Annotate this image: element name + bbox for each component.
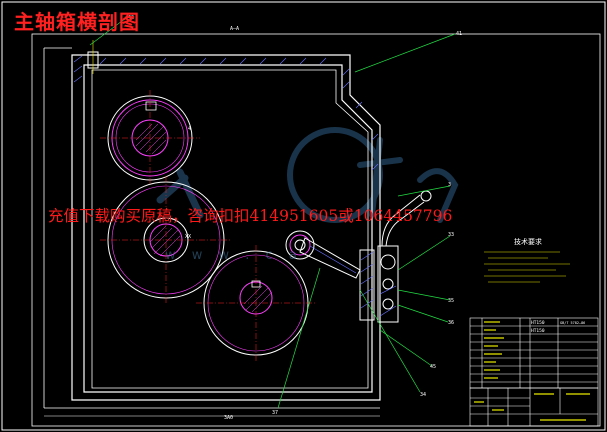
drawing-border	[31, 33, 601, 427]
shift-lever	[299, 237, 361, 279]
label-36: 36	[448, 320, 454, 326]
label-4: 4	[188, 126, 191, 132]
label-37: 37	[272, 410, 278, 416]
gearbox-housing	[43, 47, 381, 409]
center-lines	[100, 90, 316, 362]
label-35: 35	[448, 298, 454, 304]
tech-requirements: 技术要求	[484, 237, 570, 283]
label-xx: XX	[185, 234, 191, 240]
label-41: 41	[456, 31, 462, 37]
watermark-url: w w w . c a	[165, 248, 303, 263]
tech-req-lines	[484, 251, 570, 283]
drawing-title: 主轴箱横剖图	[14, 10, 140, 34]
bom-material-2: HT150	[531, 328, 545, 334]
label-34: 34	[420, 392, 426, 398]
bom-std: GB/T 5782—86	[560, 321, 585, 325]
label-3: 3	[448, 182, 451, 188]
tech-req-title: 技术要求	[514, 237, 542, 246]
view-label: A—A	[230, 26, 239, 32]
promo-banner: 充值下载购买原稿，咨询扣扣414951605或1064457796	[48, 207, 453, 225]
label-33: 33	[448, 232, 454, 238]
gear-top-hatch	[135, 123, 167, 155]
oil-plug	[87, 40, 99, 74]
label-45: 45	[430, 364, 436, 370]
bom-material-1: HT150	[531, 320, 545, 326]
cad-viewport: 42 41 4 3 XX 33 45 34 35 36 37 A—A 3A0 技…	[0, 0, 607, 432]
gear-top-key	[145, 101, 157, 111]
